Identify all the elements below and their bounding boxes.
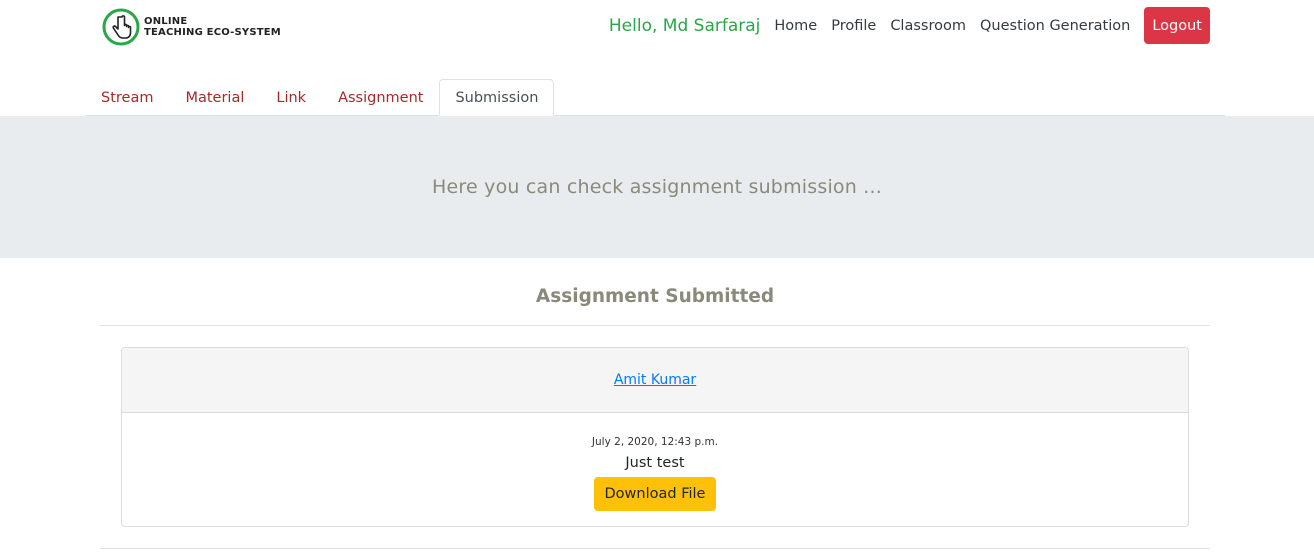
section-title: Assignment Submitted	[535, 286, 775, 307]
nav-link-question-generation[interactable]: Question Generation	[980, 18, 1130, 34]
hand-pointer-icon	[102, 8, 140, 46]
student-name-link[interactable]: Amit Kumar	[614, 372, 696, 388]
nav-link-home[interactable]: Home	[774, 18, 817, 34]
tab-link[interactable]: Link	[260, 79, 322, 116]
nav-right: Hello, Md Sarfaraj Home Profile Classroo…	[609, 7, 1210, 44]
user-greeting: Hello, Md Sarfaraj	[608, 15, 761, 36]
tab-assignment[interactable]: Assignment	[322, 79, 439, 116]
nav-link-classroom[interactable]: Classroom	[890, 18, 966, 34]
brand-line-1: ONLINE	[144, 16, 188, 27]
submission-date: July 2, 2020, 12:43 p.m.	[591, 436, 719, 448]
brand-logo-link[interactable]: ONLINE TEACHING ECO-SYSTEM	[102, 8, 281, 46]
brand-line-2: TEACHING ECO-SYSTEM	[144, 27, 281, 38]
tab-stream[interactable]: Stream	[85, 79, 169, 116]
bottom-divider	[100, 548, 1210, 549]
tab-material[interactable]: Material	[169, 79, 260, 116]
classroom-tabs: Stream Material Link Assignment Submissi…	[85, 79, 1225, 116]
navbar: ONLINE TEACHING ECO-SYSTEM Hello, Md Sar…	[0, 0, 1314, 60]
submission-card-header: Amit Kumar	[122, 348, 1188, 413]
brand-name: ONLINE TEACHING ECO-SYSTEM	[144, 16, 281, 38]
tab-submission[interactable]: Submission	[439, 79, 555, 116]
download-file-button[interactable]: Download File	[593, 477, 717, 511]
section-divider	[100, 325, 1210, 326]
logout-button[interactable]: Logout	[1144, 7, 1210, 44]
submission-note: Just test	[625, 455, 685, 471]
jumbotron-text: Here you can check assignment submission…	[432, 176, 882, 198]
submission-card: Amit Kumar July 2, 2020, 12:43 p.m. Just…	[121, 347, 1189, 527]
nav-link-profile[interactable]: Profile	[831, 18, 876, 34]
jumbotron: Here you can check assignment submission…	[0, 116, 1314, 258]
submission-card-body: July 2, 2020, 12:43 p.m. Just test Downl…	[122, 413, 1188, 511]
